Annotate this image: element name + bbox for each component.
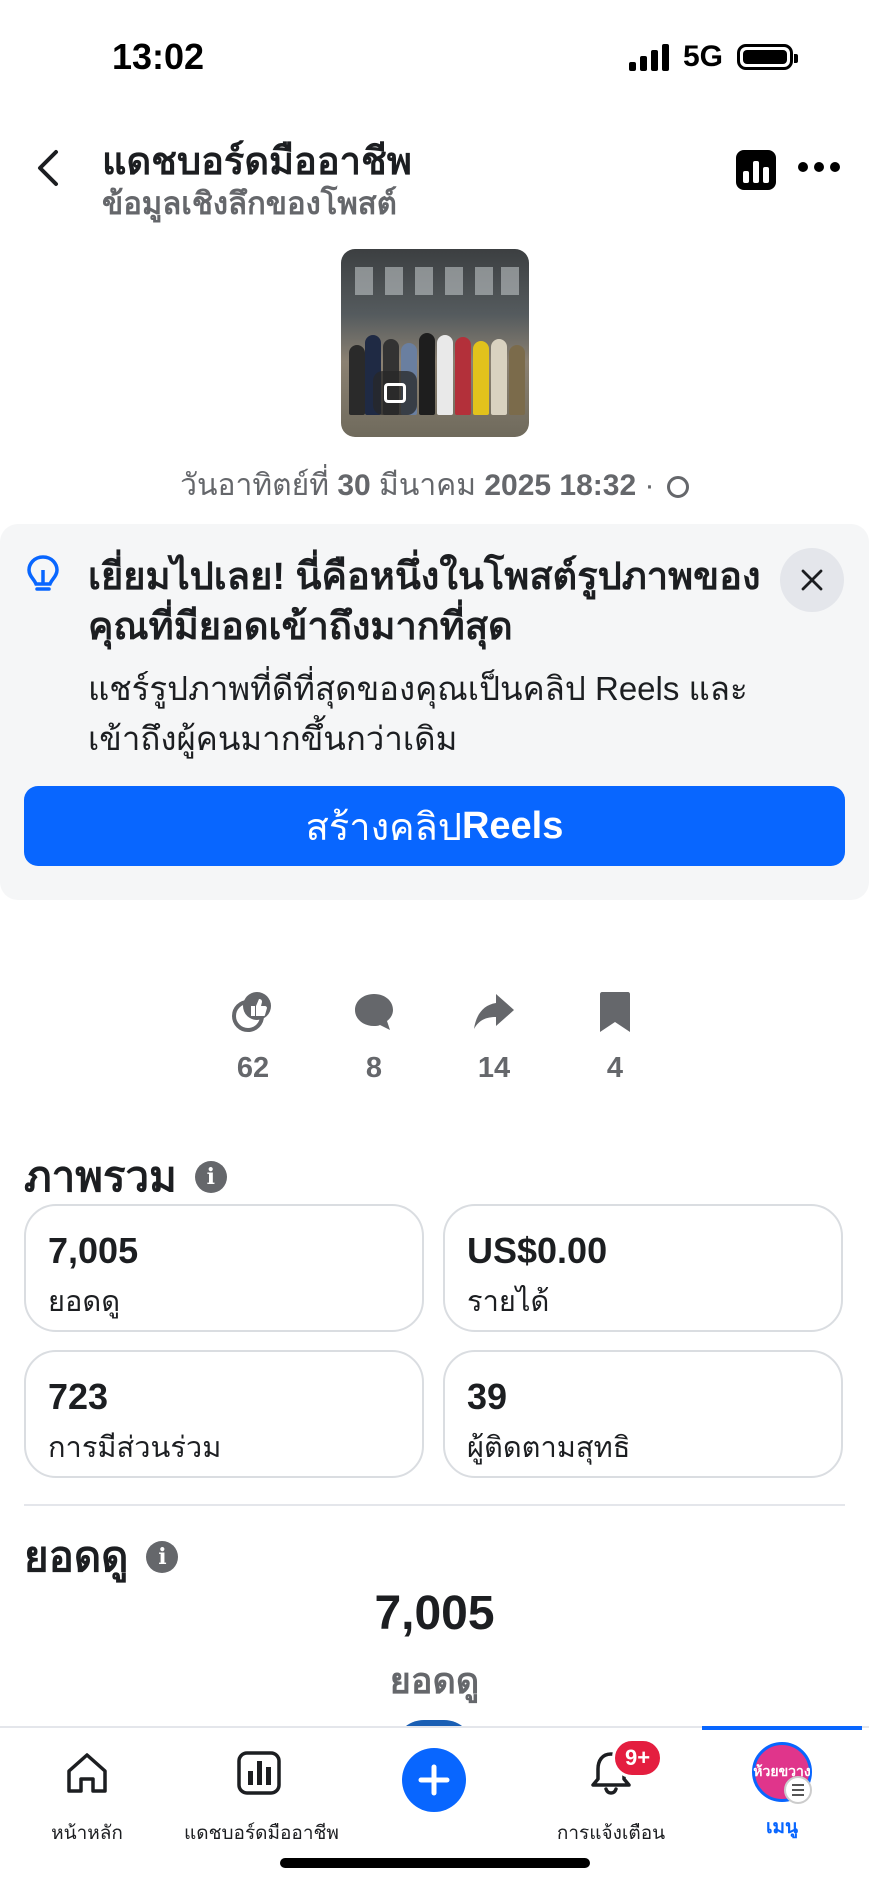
info-icon[interactable]: i [194, 1161, 227, 1193]
lightbulb-icon [27, 555, 59, 591]
views-total-label: ยอดดู [389, 1660, 480, 1701]
views-total: 7,005 [374, 1587, 495, 1640]
info-icon[interactable]: i [146, 1541, 179, 1573]
chevron-left-icon [38, 150, 58, 186]
stat-label: การมีส่วนร่วม [48, 1432, 222, 1464]
tip-title: เยี่ยมไปเลย! นี่คือหนึ่งในโพสต์รูปภาพของ… [88, 556, 761, 648]
stat-card-views[interactable]: 7,005 ยอดดู [24, 1204, 424, 1332]
shares-count: 14 [477, 1052, 511, 1084]
plus-icon [418, 1764, 450, 1796]
views-section-title: ยอดดู i [24, 1524, 179, 1590]
home-indicator [280, 1858, 590, 1868]
nav-dashboard-label: แดชบอร์ดมืออาชีพ [184, 1823, 339, 1844]
reactions-count: 62 [236, 1052, 270, 1084]
stat-value: 39 [467, 1376, 508, 1417]
menu-icon [784, 1776, 812, 1804]
close-tip-button[interactable] [780, 548, 844, 612]
notifications-badge: 9+ [612, 1738, 664, 1778]
nav-dashboard[interactable]: แดชบอร์ดมืออาชีพ [184, 1740, 339, 1848]
section-divider [24, 1504, 845, 1506]
globe-icon [666, 476, 689, 499]
overview-section-title: ภาพรวม i [24, 1144, 227, 1210]
reaction-like-icon [211, 984, 295, 1040]
more-options-button[interactable] [798, 162, 840, 172]
tip-body: แชร์รูปภาพที่ดีที่สุดของคุณเป็นคลิป Reel… [88, 670, 748, 757]
dashboard-icon [184, 1740, 334, 1806]
status-indicators: 5G [628, 40, 798, 74]
post-date: วันอาทิตย์ที่ 30 มีนาคม 2025 18:32 · [0, 462, 869, 509]
insights-chart-button[interactable] [736, 150, 776, 190]
stat-label: ยอดดู [48, 1286, 121, 1318]
close-icon [801, 569, 823, 591]
stat-card-engagement[interactable]: 723 การมีส่วนร่วม [24, 1350, 424, 1478]
photo-type-icon [373, 371, 417, 415]
active-tab-indicator [702, 1726, 862, 1730]
stat-card-earnings[interactable]: US$0.00 รายได้ [443, 1204, 843, 1332]
signal-icon [628, 43, 669, 71]
reactions-stat[interactable]: 62 [211, 984, 295, 1085]
shares-stat[interactable]: 14 [452, 984, 536, 1085]
bar-chart-icon [743, 171, 749, 183]
page-subtitle: ข้อมูลเชิงลึกของโพสต์ [102, 186, 397, 221]
nav-notifications-label: การแจ้งเตือน [556, 1823, 666, 1844]
back-button[interactable] [34, 148, 64, 188]
network-label: 5G [682, 40, 723, 73]
share-icon [452, 984, 536, 1040]
battery-icon [737, 44, 798, 70]
nav-home-label: หน้าหลัก [51, 1823, 123, 1844]
stat-value: 7,005 [48, 1230, 139, 1271]
nav-home[interactable]: หน้าหลัก [46, 1740, 128, 1848]
status-time: 13:02 [112, 36, 205, 77]
saves-count: 4 [606, 1052, 624, 1084]
saves-stat[interactable]: 4 [573, 984, 657, 1085]
stat-label: ผู้ติดตามสุทธิ [467, 1432, 631, 1464]
stat-value: 723 [48, 1376, 109, 1417]
comments-count: 8 [365, 1052, 383, 1084]
home-icon [46, 1740, 128, 1806]
stat-card-net-followers[interactable]: 39 ผู้ติดตามสุทธิ [443, 1350, 843, 1478]
overview-title-text: ภาพรวม [24, 1153, 177, 1200]
stat-label: รายได้ [467, 1286, 550, 1318]
bookmark-icon [573, 984, 657, 1040]
comments-stat[interactable]: 8 [332, 984, 416, 1085]
create-reels-button[interactable]: สร้างคลิป Reels [24, 786, 845, 866]
comment-icon [332, 984, 416, 1040]
nav-menu[interactable]: เมนู [742, 1812, 822, 1842]
stat-value: US$0.00 [467, 1230, 608, 1271]
views-title-text: ยอดดู [24, 1533, 129, 1580]
more-icon [798, 162, 808, 172]
create-post-button[interactable] [402, 1748, 466, 1812]
nav-menu-label: เมนู [765, 1817, 798, 1838]
post-thumbnail[interactable] [341, 249, 529, 437]
